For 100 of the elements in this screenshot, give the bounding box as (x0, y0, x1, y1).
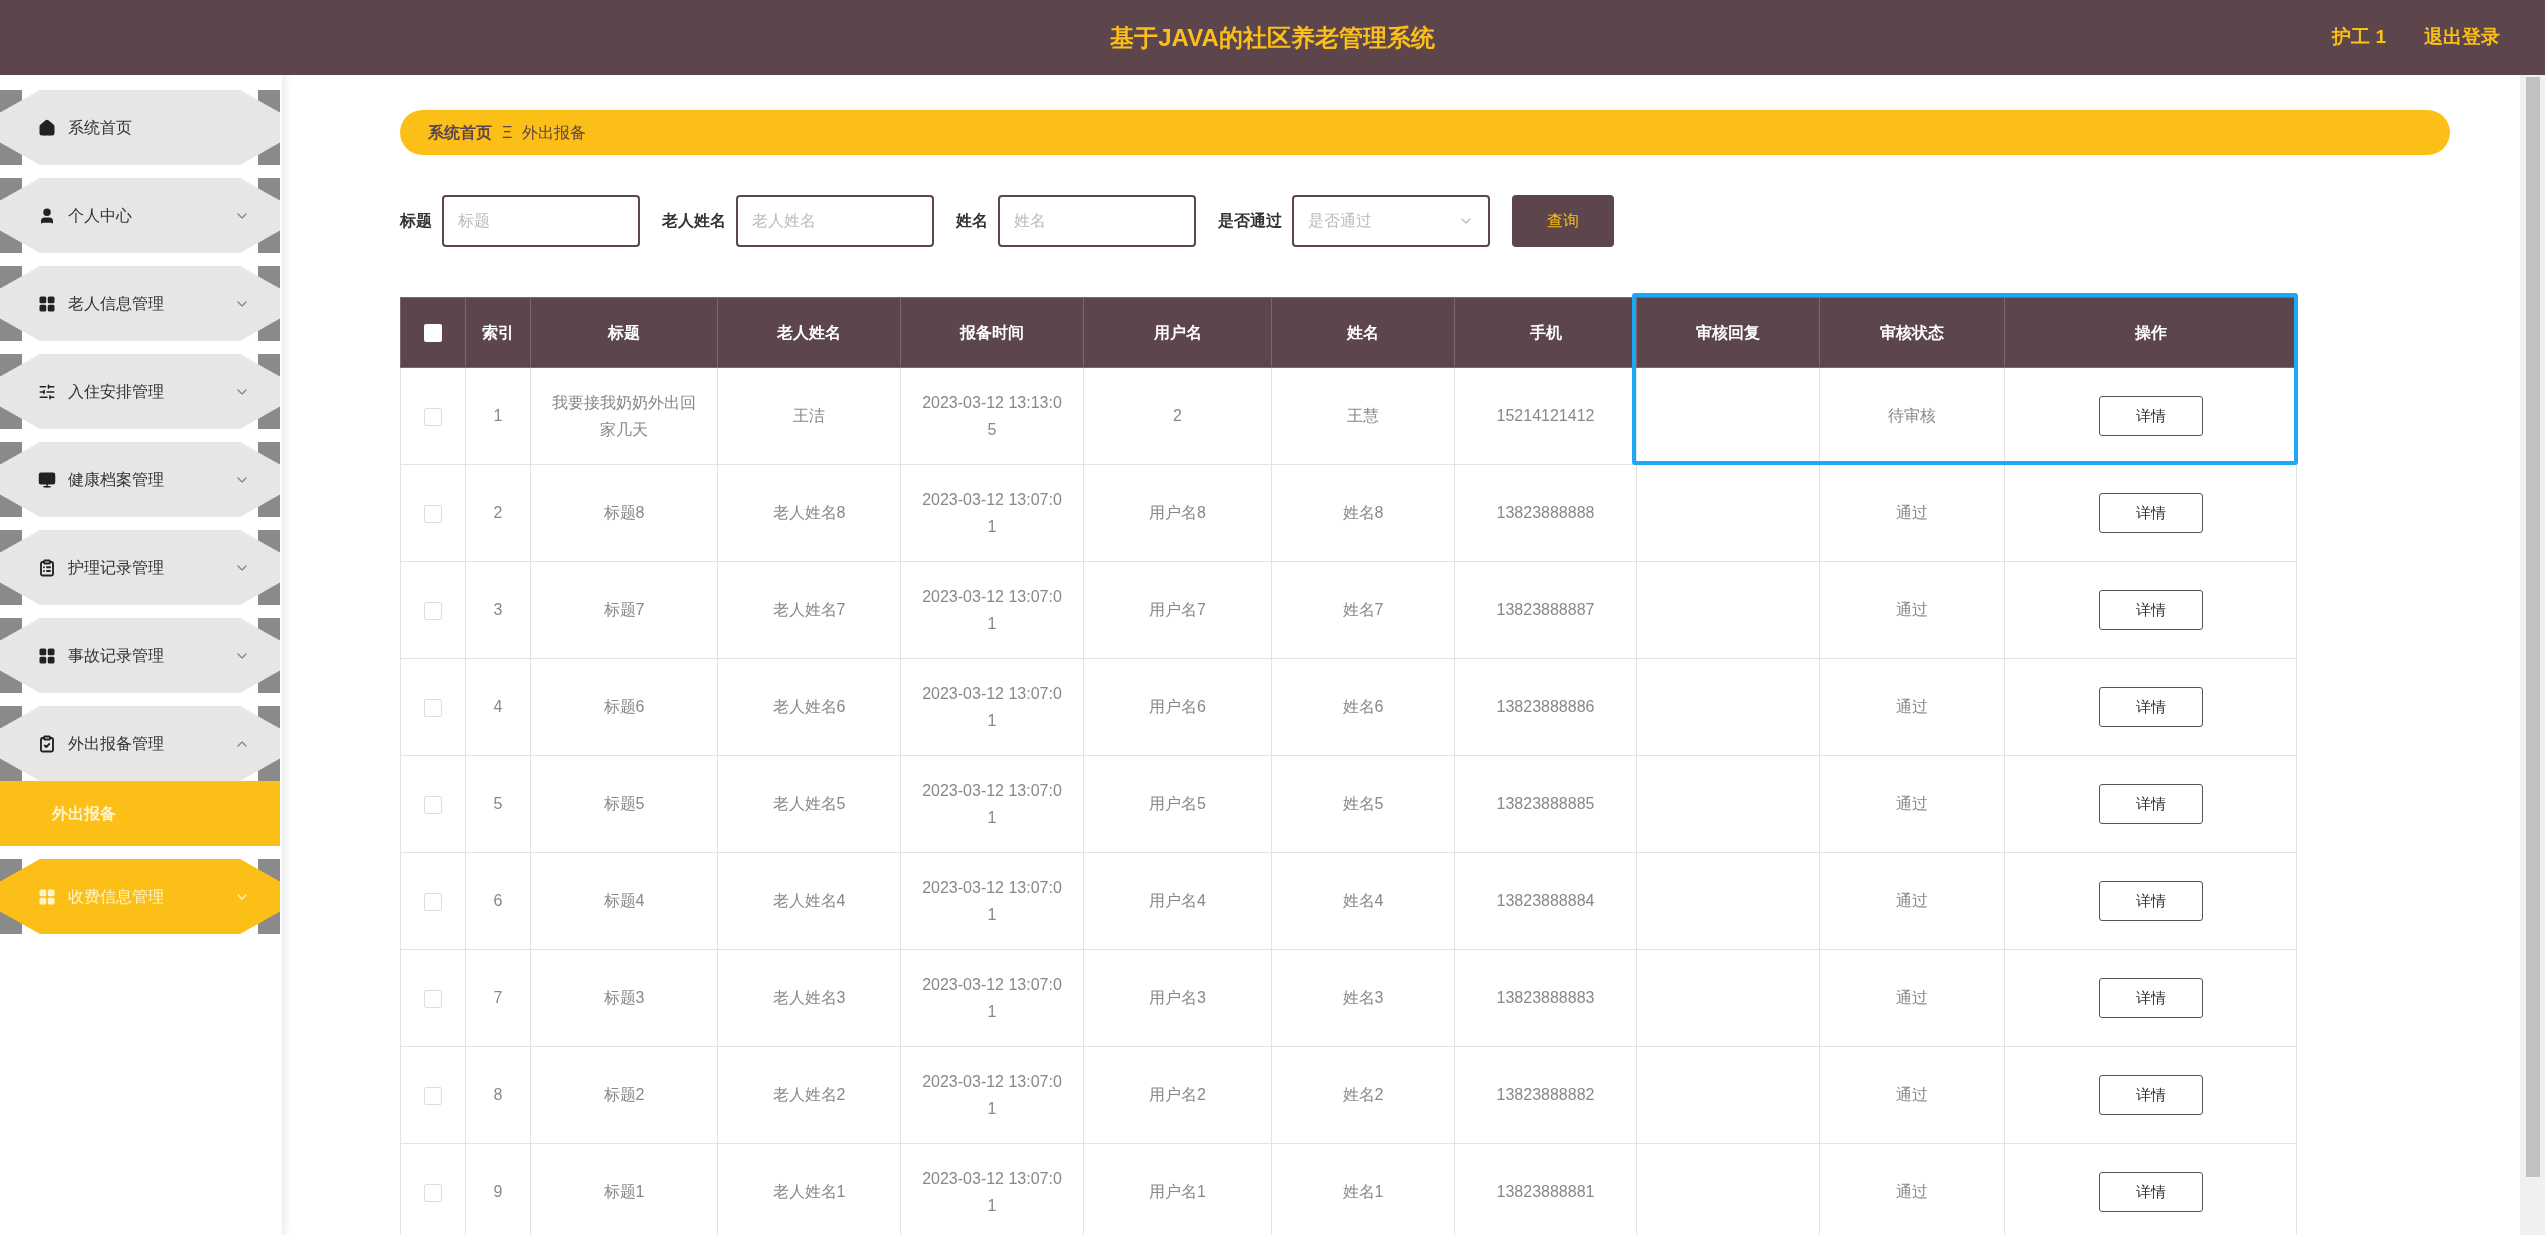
search-button[interactable]: 查询 (1512, 195, 1614, 247)
sidebar-item[interactable]: 系统首页 (0, 90, 280, 165)
search-field[interactable]: 标题 (442, 195, 640, 247)
details-button[interactable]: 详情 (2098, 1075, 2203, 1115)
table-cell: 13823888882 (1496, 1086, 1595, 1104)
table-cell: 15214121412 (1496, 407, 1595, 425)
table-cell: 2023-03-12 13:13:05 (922, 393, 1062, 438)
table-cell: 6 (493, 892, 503, 910)
table-cell: 2023-03-12 13:07:01 (922, 975, 1062, 1020)
table-cell: 老人姓名3 (772, 989, 846, 1007)
field-label: 姓名 (956, 211, 988, 231)
table-cell: 姓名7 (1342, 601, 1384, 619)
breadcrumb-current: 外出报备 (522, 122, 587, 143)
search-field[interactable]: 老人姓名 (736, 195, 934, 247)
table-cell: 标题2 (603, 1086, 645, 1104)
table-cell: 标题7 (603, 601, 645, 619)
column-header: 操作 (2134, 323, 2167, 341)
table-cell: 7 (493, 989, 503, 1007)
table-cell: 用户名1 (1149, 1183, 1206, 1201)
column-header: 标题 (608, 323, 640, 341)
table-cell: 标题5 (603, 795, 645, 813)
table-cell: 姓名6 (1342, 698, 1384, 716)
table-cell: 姓名4 (1342, 892, 1384, 910)
table-cell: 通过 (1896, 795, 1928, 813)
table-cell: 13823888888 (1496, 504, 1595, 522)
table-cell: 13823888886 (1496, 698, 1595, 716)
breadcrumb-link[interactable]: 系统首页 (428, 120, 492, 145)
table-cell: 待审核 (1888, 407, 1936, 425)
table-cell: 13823888884 (1496, 892, 1595, 910)
table-cell: 2023-03-12 13:07:01 (922, 878, 1062, 923)
table-cell: 8 (493, 1086, 503, 1104)
table-cell: 姓名3 (1342, 989, 1384, 1007)
table-cell: 老人姓名5 (772, 795, 846, 813)
table-cell: 2023-03-12 13:07:01 (922, 490, 1062, 535)
field-label: 标题 (400, 211, 432, 231)
logout-link[interactable]: 退出登录 (2424, 23, 2500, 52)
details-button[interactable]: 详情 (2098, 978, 2203, 1018)
details-button[interactable]: 详情 (2098, 590, 2203, 630)
sidebar-item[interactable]: 护理记录管理 (0, 530, 280, 605)
details-button[interactable]: 详情 (2098, 687, 2203, 727)
field-label: 老人姓名 (662, 211, 726, 231)
sidebar-item[interactable]: 入住安排管理 (0, 354, 280, 429)
table-cell: 老人姓名7 (772, 601, 846, 619)
table-cell: 用户名2 (1149, 1086, 1206, 1104)
table-cell: 13823888885 (1496, 795, 1595, 813)
table-cell: 标题1 (603, 1183, 645, 1201)
table-cell: 老人姓名4 (772, 892, 846, 910)
column-header: 手机 (1529, 323, 1562, 341)
breadcrumb-separator: Ξ (502, 122, 513, 143)
table-cell: 用户名3 (1149, 989, 1206, 1007)
table-cell: 姓名1 (1342, 1183, 1384, 1201)
table-cell: 王洁 (793, 407, 825, 425)
table-cell: 2 (493, 504, 503, 522)
table-cell: 通过 (1896, 1183, 1928, 1201)
details-button[interactable]: 详情 (2098, 493, 2203, 533)
details-button[interactable]: 详情 (2098, 784, 2203, 824)
details-button[interactable]: 详情 (2098, 881, 2203, 921)
table-cell: 老人姓名8 (772, 504, 846, 522)
table-cell: 13823888887 (1496, 601, 1595, 619)
column-header: 老人姓名 (777, 323, 841, 341)
app-title: 基于JAVA的社区养老管理系统 (1110, 22, 1435, 53)
search-field[interactable]: 姓名 (998, 195, 1196, 247)
table-cell: 通过 (1896, 1086, 1928, 1104)
table-cell: 标题6 (603, 698, 645, 716)
table-cell: 用户名4 (1149, 892, 1206, 910)
sidebar-item[interactable]: 事故记录管理 (0, 618, 280, 693)
table-cell: 1 (493, 407, 503, 425)
table-cell: 2023-03-12 13:07:01 (922, 1072, 1062, 1117)
field-label: 是否通过 (1218, 211, 1282, 231)
column-header: 索引 (482, 323, 514, 341)
details-button[interactable]: 详情 (2098, 1172, 2203, 1212)
table-cell: 姓名5 (1342, 795, 1384, 813)
table-cell: 13823888883 (1496, 989, 1595, 1007)
table-cell: 标题4 (603, 892, 645, 910)
table-cell: 2 (1173, 407, 1182, 425)
table-cell: 2023-03-12 13:07:01 (922, 781, 1062, 826)
user-name: 护工 1 (2332, 25, 2386, 50)
table-cell: 我要接我奶奶外出回家几天 (552, 393, 696, 438)
sidebar-item[interactable]: 外出报备管理 (0, 706, 280, 781)
table-cell: 用户名7 (1149, 601, 1206, 619)
table-cell: 3 (493, 601, 503, 619)
table-cell: 13823888881 (1496, 1183, 1595, 1201)
column-header: 姓名 (1347, 323, 1379, 341)
table-cell: 王慧 (1347, 407, 1379, 425)
table-cell: 用户名5 (1149, 795, 1206, 813)
table-cell: 9 (493, 1183, 503, 1201)
sidebar-item[interactable]: 健康档案管理 (0, 442, 280, 517)
sidebar-item[interactable]: 个人中心 (0, 178, 280, 253)
table-cell: 通过 (1896, 698, 1928, 716)
table-cell: 2023-03-12 13:07:01 (922, 587, 1062, 632)
table-cell: 老人姓名1 (772, 1183, 846, 1201)
table-cell: 姓名8 (1342, 504, 1384, 522)
table-cell: 标题3 (603, 989, 645, 1007)
column-header: 报备时间 (960, 323, 1024, 341)
sidebar-item[interactable]: 老人信息管理 (0, 266, 280, 341)
table-cell: 通过 (1896, 601, 1928, 619)
details-button[interactable]: 详情 (2098, 396, 2203, 436)
table-cell: 4 (493, 698, 503, 716)
table-cell: 姓名2 (1342, 1086, 1384, 1104)
table-cell: 2023-03-12 13:07:01 (922, 1169, 1062, 1214)
